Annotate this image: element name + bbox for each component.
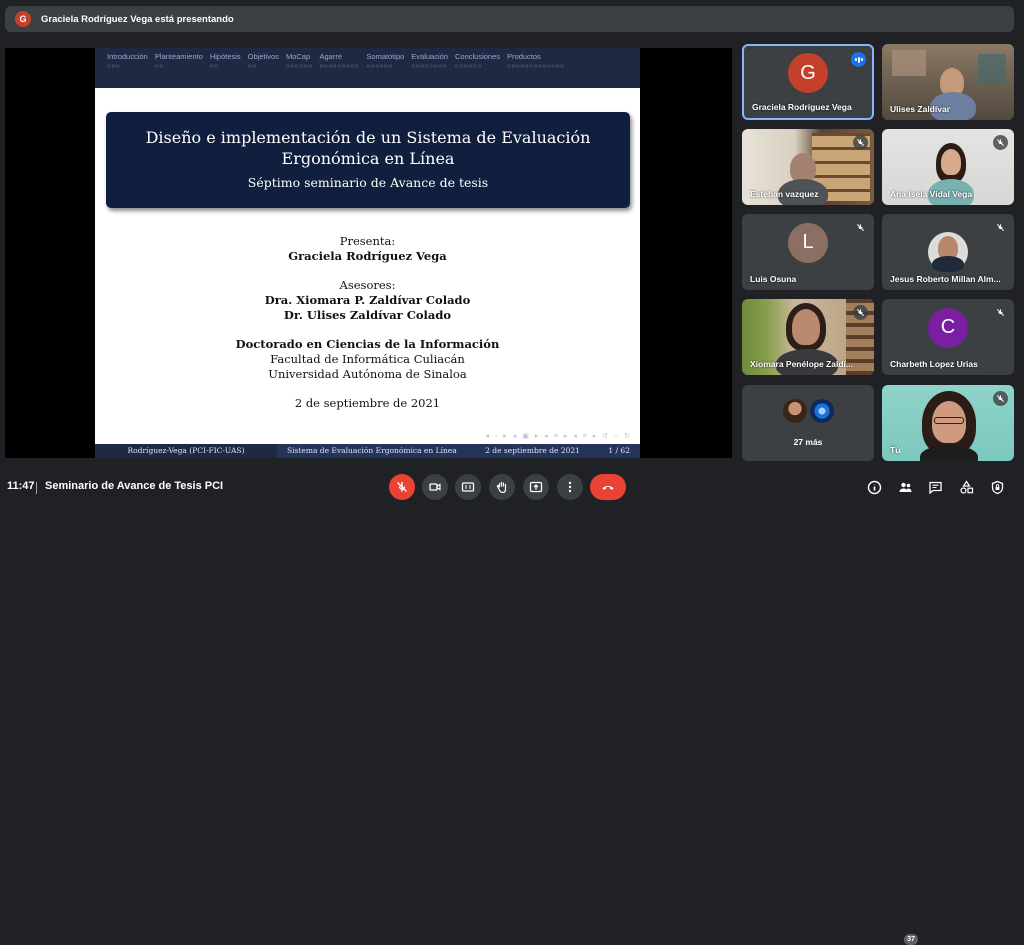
- people-count-badge: 37: [904, 934, 918, 945]
- presenter-name: Graciela Rodríguez Vega: [288, 249, 447, 263]
- footer-date: 2 de septiembre de 2021: [485, 446, 580, 455]
- participant-name: Ulises Zaldívar: [890, 104, 951, 114]
- meeting-info-button[interactable]: [865, 478, 883, 496]
- mic-off-icon: [993, 135, 1008, 150]
- beamer-nav-controls: ◂ ▫ ▸ ◂ ▣ ▸ ◂ ≡ ▸ ◂ ≡ ▸ ↺ ○ ↻: [485, 433, 632, 440]
- leave-call-button[interactable]: [590, 474, 626, 500]
- slide-subtitle: Séptimo seminario de Avance de tesis: [247, 175, 489, 190]
- participant-avatar: L: [788, 222, 828, 263]
- hang-up-icon: [602, 485, 614, 490]
- more-options-button[interactable]: [557, 474, 583, 500]
- slide-nav-item: Introducción ○○○: [107, 52, 148, 70]
- slide-title: Diseño e implementación de un Sistema de…: [145, 128, 591, 168]
- activities-button[interactable]: [957, 478, 975, 496]
- participant-tile[interactable]: Xiomara Penélope Zaldí...: [742, 299, 874, 375]
- slide-nav-item: Evaluación ○○○○○○○○: [411, 52, 448, 70]
- participant-tile[interactable]: Jesus Roberto Millan Alm...: [882, 214, 1014, 290]
- slide-section-nav: Introducción ○○○ Planteamiento ○○ Hipótesi…: [95, 48, 640, 88]
- info-icon: [867, 480, 881, 494]
- people-icon: [899, 482, 911, 492]
- participant-tile[interactable]: C Charbeth Lopez Urias: [882, 299, 1014, 375]
- participant-tile[interactable]: Ana Isela Vidal Vega: [882, 129, 1014, 205]
- participant-name: Ana Isela Vidal Vega: [890, 189, 973, 199]
- university-name: Universidad Autónoma de Sinaloa: [268, 367, 467, 381]
- participant-tile[interactable]: G Graciela Rodríguez Vega: [742, 44, 874, 120]
- speaking-indicator-icon: [851, 52, 866, 67]
- participant-name: Esteban vazquez: [750, 189, 819, 199]
- slide-footer: Rodríguez-Vega (PCI-FIC-UAS) Sistema de …: [95, 444, 640, 458]
- mic-off-icon: [853, 220, 868, 235]
- slide-nav-item: Productos ○○○○○○○○○○○○○: [507, 52, 565, 70]
- program-name: Doctorado en Ciencias de la Información: [235, 337, 500, 351]
- mic-off-icon: [993, 220, 1008, 235]
- chat-button[interactable]: [926, 478, 944, 496]
- footer-title: Sistema de Evaluación Ergonómica en Líne…: [287, 446, 457, 455]
- mic-off-icon: [853, 135, 868, 150]
- participant-name: Graciela Rodríguez Vega: [752, 102, 852, 112]
- mic-off-icon: [853, 305, 868, 320]
- slide-nav-item: Planteamiento ○○: [154, 52, 203, 70]
- people-button[interactable]: [896, 478, 914, 496]
- presentation-slide: Introducción ○○○ Planteamiento ○○ Hipótesi…: [95, 48, 640, 458]
- participant-avatar: C: [928, 307, 968, 348]
- divider: [36, 482, 37, 494]
- participant-name: Charbeth Lopez Urias: [890, 359, 978, 369]
- clock: 11:47: [7, 480, 35, 492]
- slide-nav-item: MoCap ○○○○○○: [285, 52, 313, 70]
- shapes-icon: [959, 479, 973, 494]
- mic-off-icon: [993, 391, 1008, 406]
- hand-icon: [496, 481, 507, 494]
- asesores-label: Asesores:: [339, 278, 396, 292]
- more-avatar: [783, 399, 807, 423]
- more-participants-tile[interactable]: 27 más: [742, 385, 874, 461]
- slide-nav-item: Agarre ○○○○○○○○○: [319, 52, 360, 70]
- captions-button[interactable]: [455, 474, 481, 500]
- more-avatar: [810, 399, 834, 423]
- more-participants-label: 27 más: [793, 437, 823, 447]
- present-screen-button[interactable]: [523, 474, 549, 500]
- participant-name: Jesus Roberto Millan Alm...: [890, 274, 1001, 284]
- presenter-avatar: G: [15, 11, 31, 27]
- camera-icon: [429, 483, 441, 491]
- footer-page: 1 / 62: [608, 446, 630, 455]
- glasses: [934, 417, 964, 424]
- slide-nav-item: Hipótesis ○○: [209, 52, 241, 70]
- slide-nav-item: Objetivos ○○: [247, 52, 279, 70]
- self-view-tile[interactable]: Tú: [882, 385, 1014, 461]
- more-vert-icon: [568, 481, 572, 493]
- raise-hand-button[interactable]: [489, 474, 515, 500]
- slide-date: 2 de septiembre de 2021: [294, 396, 441, 410]
- participant-name: Luis Osuna: [750, 274, 797, 284]
- slide-nav-item: Conclusiones ○○○○○○: [455, 52, 501, 70]
- shared-screen: Introducción ○○○ Planteamiento ○○ Hipótesi…: [5, 48, 732, 458]
- mic-off-icon: [993, 305, 1008, 320]
- captions-icon: [461, 482, 475, 492]
- presenta-label: Presenta:: [339, 234, 396, 248]
- advisor-2: Dr. Ulises Zaldívar Colado: [283, 308, 452, 322]
- shield-lock-icon: [991, 480, 1003, 494]
- host-controls-button[interactable]: [988, 478, 1006, 496]
- presenting-banner: G Graciela Rodríguez Vega está presentan…: [5, 6, 1014, 32]
- present-icon: [529, 481, 543, 493]
- slide-nav-item: Somatotipo ○○○○○○: [366, 52, 405, 70]
- chat-icon: [928, 481, 942, 494]
- faculty-name: Facultad de Informática Culiacán: [270, 352, 465, 366]
- camera-toggle-button[interactable]: [422, 474, 448, 500]
- mic-off-icon: [397, 482, 407, 492]
- participant-name: Xiomara Penélope Zaldí...: [750, 359, 853, 369]
- participant-name: Tú: [890, 445, 901, 455]
- bottom-control-bar: 11:47 Seminario de Avance de Tesis PCI 3…: [0, 466, 1024, 945]
- participant-tile[interactable]: Ulises Zaldívar: [882, 44, 1014, 120]
- participant-tile[interactable]: L Luis Osuna: [742, 214, 874, 290]
- slide-body: Presenta: Graciela Rodríguez Vega Asesor…: [95, 234, 640, 411]
- footer-author: Rodríguez-Vega (PCI-FIC-UAS): [95, 444, 277, 458]
- mic-toggle-button[interactable]: [389, 474, 415, 500]
- presenting-text: Graciela Rodríguez Vega está presentando: [41, 13, 234, 25]
- slide-title-box: Diseño e implementación de un Sistema de…: [106, 112, 630, 208]
- meeting-title: Seminario de Avance de Tesis PCI: [45, 480, 224, 492]
- participant-tile[interactable]: Esteban vazquez: [742, 129, 874, 205]
- advisor-1: Dra. Xiomara P. Zaldívar Colado: [264, 293, 471, 307]
- participant-avatar: G: [788, 53, 828, 94]
